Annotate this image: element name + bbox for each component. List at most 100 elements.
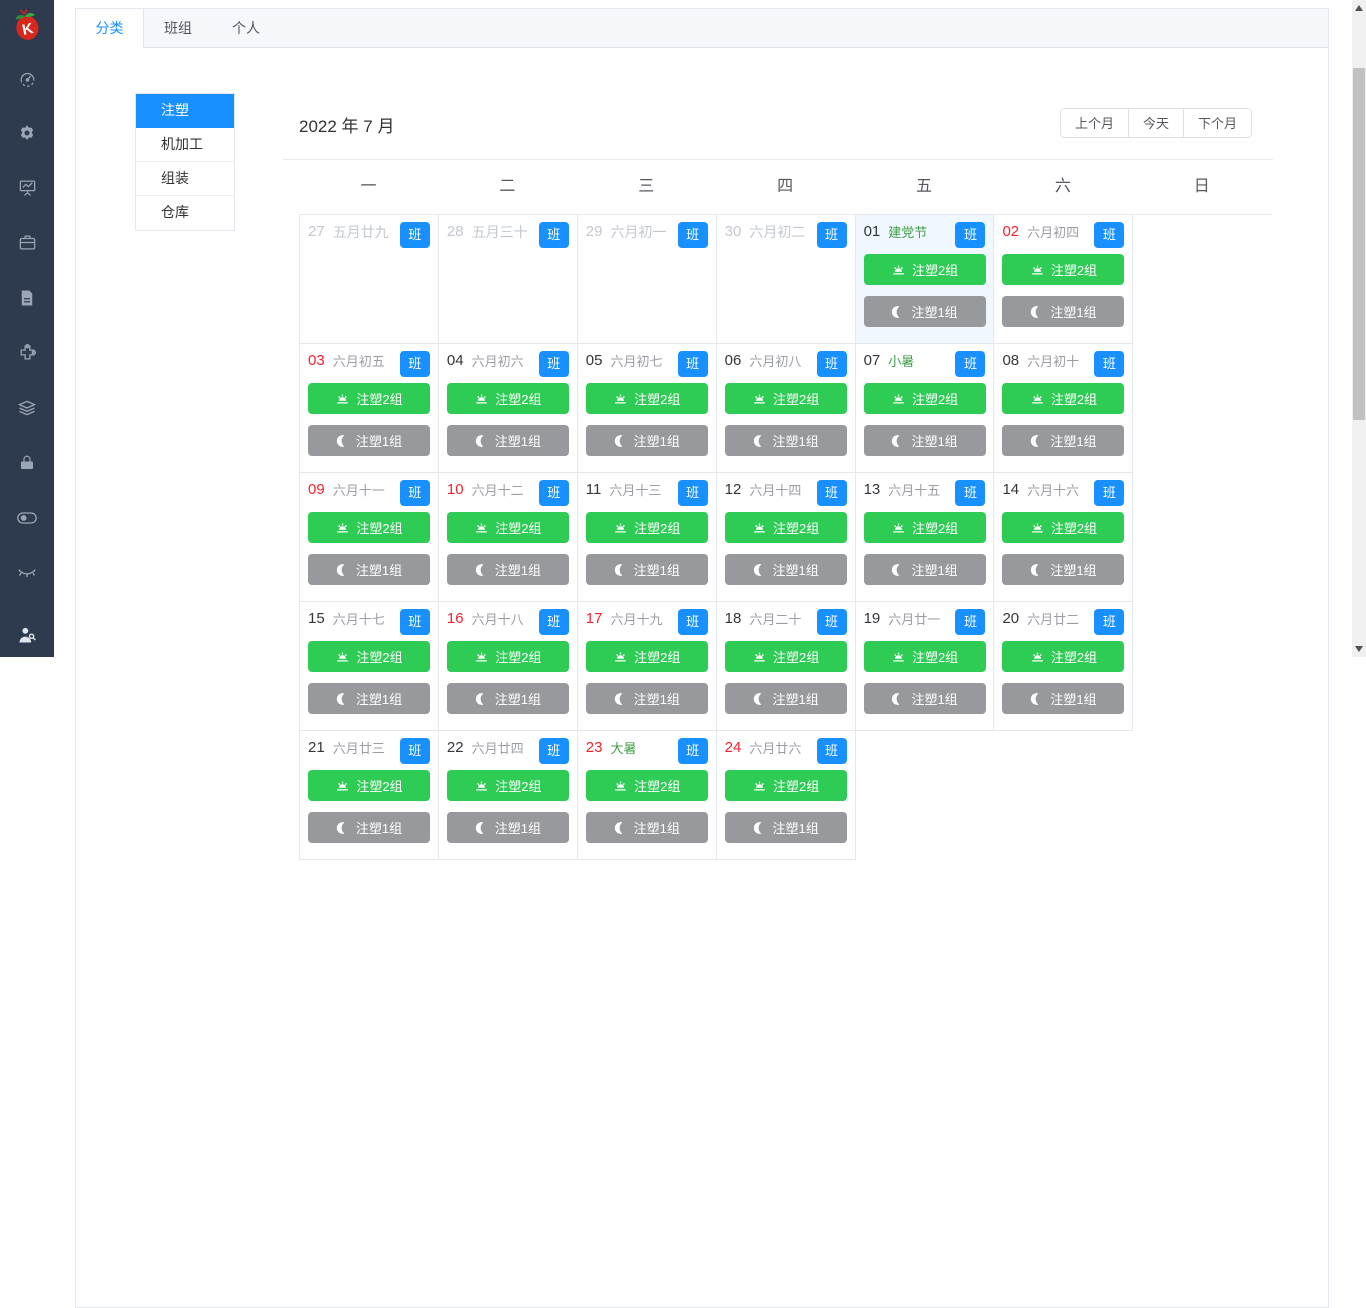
night-shift-button[interactable]: 注塑1组 bbox=[446, 425, 569, 456]
day-cell[interactable]: 19 六月廿一班注塑2组 注塑1组 bbox=[855, 602, 995, 731]
day-cell[interactable]: 08 六月初十班注塑2组 注塑1组 bbox=[994, 344, 1134, 473]
night-shift-button[interactable]: 注塑1组 bbox=[585, 425, 708, 456]
day-cell[interactable]: 02 六月初四班注塑2组 注塑1组 bbox=[994, 215, 1134, 344]
night-shift-button[interactable]: 注塑1组 bbox=[863, 296, 986, 327]
night-shift-button[interactable]: 注塑1组 bbox=[308, 683, 430, 714]
day-cell[interactable]: 09 六月十一班注塑2组 注塑1组 bbox=[300, 473, 439, 602]
day-shift-button[interactable]: 注塑2组 bbox=[308, 770, 430, 801]
prev-month-button[interactable]: 上个月 bbox=[1060, 109, 1129, 137]
night-shift-button[interactable]: 注塑1组 bbox=[308, 812, 430, 843]
day-cell[interactable]: 12 六月十四班注塑2组 注塑1组 bbox=[716, 473, 856, 602]
day-shift-button[interactable]: 注塑2组 bbox=[724, 383, 847, 414]
shift-badge[interactable]: 班 bbox=[677, 738, 708, 764]
night-shift-button[interactable]: 注塑1组 bbox=[308, 425, 430, 456]
eye-closed-icon[interactable] bbox=[0, 545, 54, 600]
category-item-0[interactable]: 注塑 bbox=[136, 94, 234, 128]
night-shift-button[interactable]: 注塑1组 bbox=[1002, 683, 1125, 714]
shift-badge[interactable]: 班 bbox=[816, 222, 847, 248]
shift-badge[interactable]: 班 bbox=[399, 222, 430, 248]
day-shift-button[interactable]: 注塑2组 bbox=[724, 770, 847, 801]
day-shift-button[interactable]: 注塑2组 bbox=[585, 770, 708, 801]
day-shift-button[interactable]: 注塑2组 bbox=[446, 383, 569, 414]
day-cell[interactable]: 27 五月廿九班 bbox=[300, 215, 439, 344]
night-shift-button[interactable]: 注塑1组 bbox=[724, 683, 847, 714]
shift-badge[interactable]: 班 bbox=[816, 351, 847, 377]
day-shift-button[interactable]: 注塑2组 bbox=[863, 254, 986, 285]
shift-badge[interactable]: 班 bbox=[816, 738, 847, 764]
shift-badge[interactable]: 班 bbox=[677, 609, 708, 635]
scrollbar-thumb[interactable] bbox=[1353, 68, 1365, 420]
shift-badge[interactable]: 班 bbox=[399, 480, 430, 506]
day-cell[interactable]: 04 六月初六班注塑2组 注塑1组 bbox=[438, 344, 578, 473]
briefcase-icon[interactable] bbox=[0, 215, 54, 270]
day-cell[interactable]: 15 六月十七班注塑2组 注塑1组 bbox=[300, 602, 439, 731]
day-cell[interactable]: 11 六月十三班注塑2组 注塑1组 bbox=[577, 473, 717, 602]
app-logo[interactable]: K bbox=[0, 0, 54, 50]
day-shift-button[interactable]: 注塑2组 bbox=[308, 512, 430, 543]
category-item-1[interactable]: 机加工 bbox=[136, 128, 234, 162]
day-cell[interactable]: 07 小暑 班注塑2组 注塑1组 bbox=[855, 344, 995, 473]
shift-badge[interactable]: 班 bbox=[677, 480, 708, 506]
night-shift-button[interactable]: 注塑1组 bbox=[863, 554, 986, 585]
tab-team[interactable]: 班组 bbox=[144, 9, 212, 48]
shift-badge[interactable]: 班 bbox=[816, 480, 847, 506]
today-button[interactable]: 今天 bbox=[1128, 109, 1184, 137]
day-cell[interactable]: 20 六月廿二班注塑2组 注塑1组 bbox=[994, 602, 1134, 731]
shift-badge[interactable]: 班 bbox=[399, 738, 430, 764]
night-shift-button[interactable]: 注塑1组 bbox=[585, 683, 708, 714]
document-icon[interactable] bbox=[0, 270, 54, 325]
scroll-down-arrow-icon[interactable] bbox=[1352, 641, 1366, 657]
night-shift-button[interactable]: 注塑1组 bbox=[1002, 296, 1125, 327]
day-shift-button[interactable]: 注塑2组 bbox=[446, 512, 569, 543]
night-shift-button[interactable]: 注塑1组 bbox=[446, 812, 569, 843]
shift-badge[interactable]: 班 bbox=[399, 351, 430, 377]
day-shift-button[interactable]: 注塑2组 bbox=[585, 512, 708, 543]
settings-gear-icon[interactable] bbox=[0, 105, 54, 160]
shift-badge[interactable]: 班 bbox=[955, 351, 986, 377]
day-cell[interactable]: 05 六月初七班注塑2组 注塑1组 bbox=[577, 344, 717, 473]
night-shift-button[interactable]: 注塑1组 bbox=[724, 554, 847, 585]
night-shift-button[interactable]: 注塑1组 bbox=[308, 554, 430, 585]
tab-personal[interactable]: 个人 bbox=[212, 9, 280, 48]
category-item-2[interactable]: 组装 bbox=[136, 162, 234, 196]
puzzle-icon[interactable] bbox=[0, 325, 54, 380]
night-shift-button[interactable]: 注塑1组 bbox=[724, 425, 847, 456]
dashboard-gauge-icon[interactable] bbox=[0, 50, 54, 105]
day-shift-button[interactable]: 注塑2组 bbox=[585, 383, 708, 414]
day-shift-button[interactable]: 注塑2组 bbox=[1002, 254, 1125, 285]
night-shift-button[interactable]: 注塑1组 bbox=[1002, 554, 1125, 585]
chart-board-icon[interactable] bbox=[0, 160, 54, 215]
day-cell[interactable]: 22 六月廿四班注塑2组 注塑1组 bbox=[438, 731, 578, 860]
shift-badge[interactable]: 班 bbox=[538, 609, 569, 635]
day-shift-button[interactable]: 注塑2组 bbox=[863, 512, 986, 543]
shift-badge[interactable]: 班 bbox=[538, 738, 569, 764]
layers-icon[interactable] bbox=[0, 380, 54, 435]
day-cell[interactable]: 28 五月三十班 bbox=[438, 215, 578, 344]
shift-badge[interactable]: 班 bbox=[677, 222, 708, 248]
shift-badge[interactable]: 班 bbox=[399, 609, 430, 635]
vertical-scrollbar[interactable] bbox=[1352, 0, 1366, 657]
category-item-3[interactable]: 仓库 bbox=[136, 196, 234, 230]
day-cell[interactable]: 06 六月初八班注塑2组 注塑1组 bbox=[716, 344, 856, 473]
day-shift-button[interactable]: 注塑2组 bbox=[1002, 512, 1125, 543]
night-shift-button[interactable]: 注塑1组 bbox=[585, 812, 708, 843]
shift-badge[interactable]: 班 bbox=[955, 222, 986, 248]
night-shift-button[interactable]: 注塑1组 bbox=[446, 554, 569, 585]
day-cell[interactable]: 13 六月十五班注塑2组 注塑1组 bbox=[855, 473, 995, 602]
day-shift-button[interactable]: 注塑2组 bbox=[308, 383, 430, 414]
day-shift-button[interactable]: 注塑2组 bbox=[724, 512, 847, 543]
night-shift-button[interactable]: 注塑1组 bbox=[863, 683, 986, 714]
toggle-icon[interactable] bbox=[0, 490, 54, 545]
day-cell[interactable]: 14 六月十六班注塑2组 注塑1组 bbox=[994, 473, 1134, 602]
day-shift-button[interactable]: 注塑2组 bbox=[1002, 383, 1125, 414]
shift-badge[interactable]: 班 bbox=[1094, 609, 1125, 635]
day-cell[interactable]: 30 六月初二班 bbox=[716, 215, 856, 344]
shift-badge[interactable]: 班 bbox=[538, 351, 569, 377]
shift-badge[interactable]: 班 bbox=[538, 222, 569, 248]
night-shift-button[interactable]: 注塑1组 bbox=[863, 425, 986, 456]
scroll-up-arrow-icon[interactable] bbox=[1352, 0, 1366, 16]
day-shift-button[interactable]: 注塑2组 bbox=[446, 770, 569, 801]
shift-badge[interactable]: 班 bbox=[677, 351, 708, 377]
night-shift-button[interactable]: 注塑1组 bbox=[724, 812, 847, 843]
day-cell[interactable]: 17 六月十九班注塑2组 注塑1组 bbox=[577, 602, 717, 731]
